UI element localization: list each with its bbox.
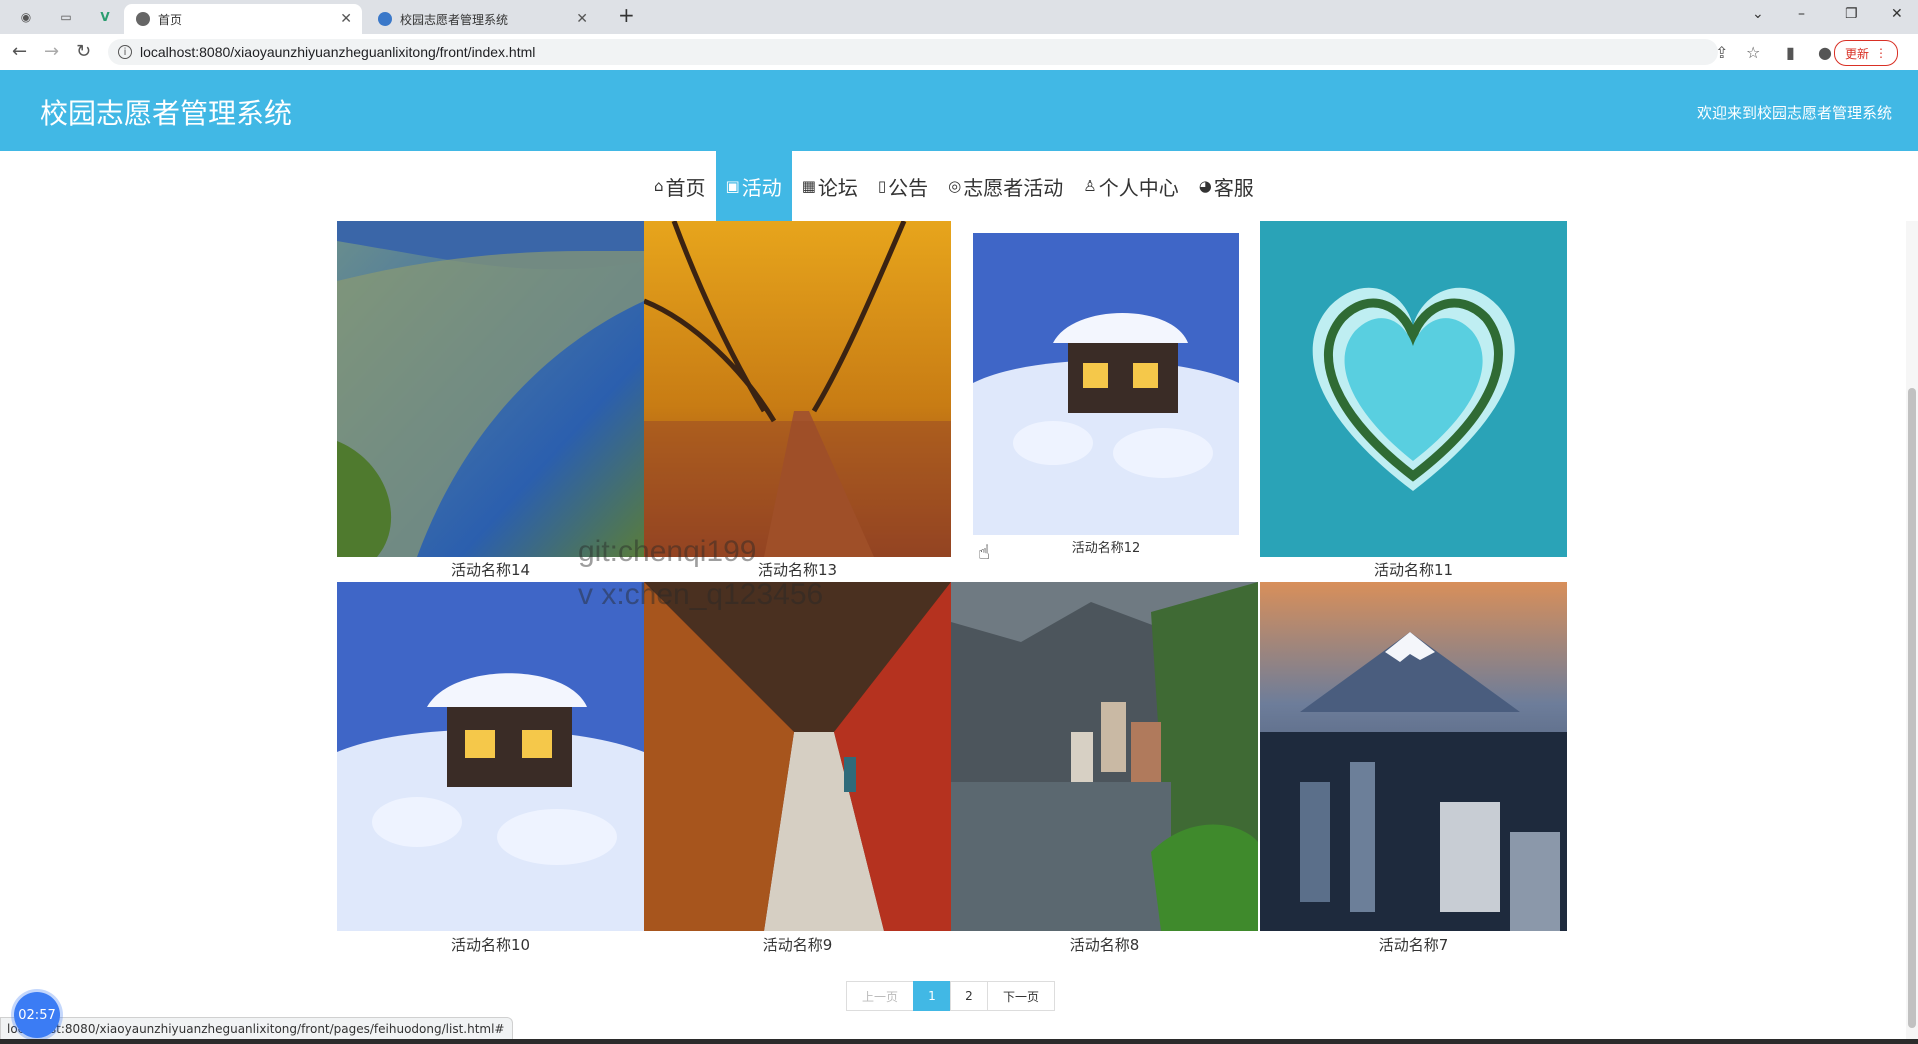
chrome-pinned-icon[interactable]: ◉	[18, 9, 34, 25]
activity-name: 活动名称12	[1071, 541, 1141, 556]
activity-name: 活动名称7	[1378, 936, 1449, 954]
activity-name: 活动名称10	[450, 936, 531, 954]
blank-pinned-icon[interactable]: ▭	[58, 9, 74, 25]
url-text: localhost:8080/xiaoyaunzhiyuanzheguanlix…	[140, 44, 536, 60]
close-tab-icon[interactable]: ✕	[576, 11, 588, 27]
nav-label: 客服	[1213, 175, 1254, 200]
profile-icon[interactable]: ●	[1818, 43, 1832, 62]
hand-cursor-icon: ☝	[978, 540, 991, 564]
tab-title: 校园志愿者管理系统	[400, 12, 509, 27]
nav-item-activity[interactable]: ▣ 活动	[715, 151, 792, 221]
coastline-image[interactable]	[337, 221, 644, 557]
new-tab-button[interactable]: +	[618, 3, 635, 27]
nav-item-notice[interactable]: ▯ 公告	[868, 151, 938, 221]
scrollbar-thumb[interactable]	[1908, 388, 1916, 1028]
address-bar[interactable]: i localhost:8080/xiaoyaunzhiyuanzheguanl…	[108, 39, 1718, 65]
vue-pinned-icon[interactable]: V	[97, 9, 113, 25]
service-icon: ◕	[1198, 177, 1212, 195]
more-menu-icon: ⋮	[1875, 46, 1887, 60]
forward-button[interactable]: →	[44, 42, 59, 62]
activity-card[interactable]: 活动名称10	[337, 582, 644, 956]
tab-home[interactable]: 首页 ✕	[124, 4, 362, 34]
activity-card[interactable]: 活动名称8	[951, 582, 1258, 956]
watermark-line-2: v x:chen_q123456	[578, 578, 824, 611]
user-icon: ♙	[1083, 177, 1097, 195]
back-button[interactable]: ←	[12, 42, 27, 62]
red-corridor-image[interactable]	[644, 582, 951, 931]
main-nav: ⌂ 首页 ▣ 活动 ▦ 论坛 ▯ 公告 ◎ 志愿者活动 ♙ 个人中心 ◕ 客服	[0, 151, 1918, 221]
page-1-button[interactable]: 1	[913, 981, 951, 1011]
activity-card[interactable]: 活动名称11	[1260, 221, 1567, 581]
side-panel-icon[interactable]: ▮	[1786, 43, 1795, 62]
activity-card[interactable]: 活动名称14	[337, 221, 644, 581]
site-header: 校园志愿者管理系统 欢迎来到校园志愿者管理系统	[0, 70, 1918, 151]
nav-label: 活动	[741, 175, 782, 200]
restore-button[interactable]: ❐	[1845, 6, 1858, 22]
browser-toolbar: ← → ↻ i localhost:8080/xiaoyaunzhiyuanzh…	[0, 34, 1918, 71]
update-button[interactable]: 更新 ⋮	[1833, 40, 1898, 66]
site-title: 校园志愿者管理系统	[40, 97, 293, 130]
watermark-line-1: git:chenqi199	[578, 535, 757, 568]
next-page-button[interactable]: 下一页	[987, 981, 1055, 1011]
heart-island-image[interactable]	[1260, 221, 1567, 557]
palette-icon: ◎	[948, 177, 962, 195]
home-icon: ⌂	[654, 177, 664, 195]
snow-cabin-image[interactable]	[337, 582, 644, 931]
minimize-button[interactable]: –	[1798, 6, 1805, 22]
welcome-text: 欢迎来到校园志愿者管理系统	[1696, 104, 1892, 122]
activity-card[interactable]: 活动名称7	[1260, 582, 1567, 956]
tab-search-icon[interactable]: ⌄	[1752, 6, 1764, 22]
nav-item-home[interactable]: ⌂ 首页	[644, 151, 716, 221]
nav-label: 论坛	[817, 175, 858, 200]
nav-item-volunteer-activity[interactable]: ◎ 志愿者活动	[938, 151, 1073, 221]
nav-label: 志愿者活动	[963, 175, 1064, 200]
nav-item-user-center[interactable]: ♙ 个人中心	[1073, 151, 1188, 221]
close-window-button[interactable]: ✕	[1891, 6, 1903, 22]
lake-village-image[interactable]	[951, 582, 1258, 931]
site-favicon-icon	[378, 12, 392, 26]
activity-name: 活动名称8	[1069, 936, 1140, 954]
activity-card[interactable]: 活动名称13	[644, 221, 951, 581]
close-tab-icon[interactable]: ✕	[340, 11, 352, 27]
nav-item-service[interactable]: ◕ 客服	[1189, 151, 1264, 221]
snow-cabin-image[interactable]	[973, 233, 1239, 535]
activity-card[interactable]: 活动名称12	[973, 233, 1239, 563]
nav-label: 公告	[888, 175, 929, 200]
activity-name: 活动名称11	[1373, 561, 1454, 579]
activity-card[interactable]: 活动名称9	[644, 582, 951, 956]
activity-name: 活动名称9	[762, 936, 833, 954]
grid-icon: ▦	[801, 177, 816, 195]
reload-button[interactable]: ↻	[76, 42, 91, 62]
bookmark-star-icon[interactable]: ☆	[1746, 43, 1760, 62]
recording-timer: 02:57	[14, 992, 60, 1038]
site-info-icon[interactable]: i	[118, 45, 132, 59]
pagination: 上一页 1 2 下一页	[846, 981, 1055, 1011]
tab-system[interactable]: 校园志愿者管理系统 ✕	[366, 4, 598, 34]
mount-fuji-city-image[interactable]	[1260, 582, 1567, 931]
nav-label: 首页	[665, 175, 706, 200]
tab-title: 首页	[158, 12, 183, 27]
gift-icon: ▣	[725, 177, 740, 195]
prev-page-button[interactable]: 上一页	[846, 981, 914, 1011]
page-2-button[interactable]: 2	[950, 981, 988, 1011]
globe-icon	[136, 12, 150, 26]
status-url: localhost:8080/xiaoyaunzhiyuanzheguanlix…	[0, 1017, 514, 1040]
browser-tabstrip: ◉ ▭ V 首页 ✕ 校园志愿者管理系统 ✕ + ⌄ – ❐ ✕	[0, 0, 1918, 34]
taskbar-edge	[0, 1039, 1918, 1044]
update-label: 更新	[1844, 46, 1869, 61]
autumn-avenue-image[interactable]	[644, 221, 951, 557]
share-icon[interactable]: ⇪	[1715, 43, 1728, 62]
nav-label: 个人中心	[1098, 175, 1179, 200]
nav-item-forum[interactable]: ▦ 论坛	[792, 151, 868, 221]
notice-icon: ▯	[877, 177, 887, 195]
